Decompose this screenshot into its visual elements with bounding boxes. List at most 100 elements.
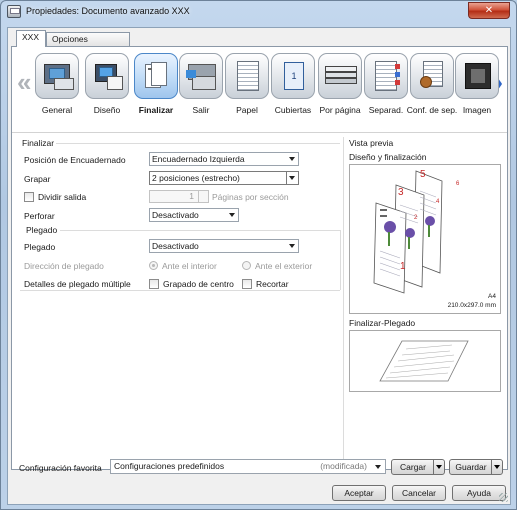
layout-icon [85,53,129,99]
category-separad[interactable]: Separad. [363,53,409,131]
panel-divider [343,137,344,469]
paper-icon [225,53,269,99]
fold-direction-inside-radio[interactable] [149,261,158,270]
page-number: 2 [414,215,418,221]
paper-size-label: A4 [488,293,496,300]
properties-dialog: Propiedades: Documento avanzado XXX ✕ XX… [0,0,517,510]
fold-direction-inside-label: Ante el interior [162,261,217,271]
modified-tag: (modificada) [320,461,367,471]
center-staple-checkbox[interactable] [149,279,159,289]
layout-preview-panel: 5 6 3 4 2 1 A4 210.0x297.0 mm [349,164,501,314]
category-general[interactable]: General [34,53,80,131]
finishing-icon [134,53,178,99]
favorite-settings-label: Configuración favorita [19,463,102,473]
page-number: 5 [420,169,426,180]
category-papel[interactable]: Papel [224,53,270,131]
pages-per-section-label: Páginas por sección [212,192,289,202]
fold-direction-label: Dirección de plegado [24,261,104,271]
chevron-down-icon [289,157,295,161]
group-divider [56,143,340,144]
favorite-settings-combo[interactable]: Configuraciones predefinidos (modificada… [110,459,386,474]
split-output-checkbox[interactable] [24,192,34,202]
separator-settings-icon [410,53,454,99]
separator-icon [364,53,408,99]
category-imagen[interactable]: Imagen [454,53,500,131]
printer-monitor-icon [35,53,79,99]
ok-button[interactable]: Aceptar [332,485,386,501]
resize-grip-icon[interactable] [499,493,508,502]
pages-per-section-stepper[interactable]: 1 [149,190,209,203]
chevron-down-icon [289,176,295,180]
folded-sheet-preview [379,340,469,382]
center-staple-label: Grapado de centro [163,279,234,289]
save-dropdown-icon[interactable] [491,460,502,474]
category-finalizar[interactable]: Finalizar [133,53,179,131]
tab-xxx[interactable]: XXX [16,30,46,47]
split-output-label: Dividir salida [38,192,87,202]
stepper-arrows-icon[interactable] [198,191,208,202]
staple-select[interactable]: 2 posiciones (estrecho) [149,171,299,185]
group-divider [60,230,340,231]
fold-direction-outside-label: Ante el exterior [255,261,313,271]
title-bar[interactable]: Propiedades: Documento avanzado XXX ✕ [1,1,516,23]
trim-checkbox[interactable] [242,279,252,289]
staple-label: Grapar [24,174,51,184]
page-number: 6 [456,181,460,187]
page-number: 4 [436,199,440,205]
group-divider [20,290,340,291]
scroll-left-arrow-icon[interactable]: « [17,69,31,95]
fold-preview-panel [349,330,501,392]
paper-dimensions-label: 210.0x297.0 mm [447,302,496,309]
chevron-down-icon [229,213,235,217]
stapled-pages-preview [373,170,443,294]
image-icon [455,53,499,99]
category-icon-bar: « » General Diseño [12,47,507,133]
chevron-down-icon [375,465,381,469]
output-tray-icon [179,53,223,99]
category-conf-de-sep[interactable]: Conf. de sep. [407,53,457,131]
punch-select[interactable]: Desactivado [149,208,239,222]
finalizar-section-title: Finalizar [22,138,55,148]
load-dropdown-icon[interactable] [433,460,444,474]
printer-app-icon [7,5,21,18]
fold-label: Plegado [24,242,56,252]
favorite-settings-value: Configuraciones predefinidos [114,461,225,471]
page-number: 3 [398,187,404,198]
window-title: Propiedades: Documento avanzado XXX [26,6,190,16]
category-label: Imagen [462,105,492,115]
help-button[interactable]: Ayuda [452,485,506,501]
fold-preview-label: Finalizar-Plegado [349,318,416,328]
fold-value: Desactivado [152,241,199,251]
fold-select[interactable]: Desactivado [149,239,299,253]
trim-label: Recortar [256,279,289,289]
layout-finish-label: Diseño y finalización [349,152,427,162]
binding-position-label: Posición de Encuadernado [24,155,126,165]
category-por-pagina[interactable]: Por página [317,53,363,131]
dialog-client-area: XXX Opciones avanzadas « » General [7,27,511,505]
page-number: 1 [400,261,406,272]
save-button-label: Guardar [455,462,487,472]
category-diseno[interactable]: Diseño [84,53,130,131]
save-button[interactable]: Guardar [449,459,503,475]
tab-panel: « » General Diseño [11,46,508,470]
load-button[interactable]: Cargar [391,459,445,475]
punch-value: Desactivado [152,210,199,220]
plegado-section-title: Plegado [26,225,58,235]
group-divider [340,230,341,290]
fold-direction-outside-radio[interactable] [242,261,251,270]
preview-section-title: Vista previa [349,138,394,148]
chevron-down-icon [289,244,295,248]
tab-opciones-avanzadas[interactable]: Opciones avanzadas [46,32,130,56]
binding-position-value: Encuadernado Izquierda [152,154,245,164]
per-page-icon [318,53,362,99]
close-button[interactable]: ✕ [468,2,510,19]
load-button-label: Cargar [400,462,426,472]
cancel-button[interactable]: Cancelar [392,485,446,501]
cover-icon: 1 [271,53,315,99]
binding-position-select[interactable]: Encuadernado Izquierda [149,152,299,166]
staple-value: 2 posiciones (estrecho) [152,173,240,183]
multi-fold-details-label: Detalles de plegado múltiple [24,279,131,289]
pages-per-section-value: 1 [189,191,194,201]
category-cubiertas[interactable]: 1 Cubiertas [270,53,316,131]
category-salir[interactable]: Salir [178,53,224,131]
